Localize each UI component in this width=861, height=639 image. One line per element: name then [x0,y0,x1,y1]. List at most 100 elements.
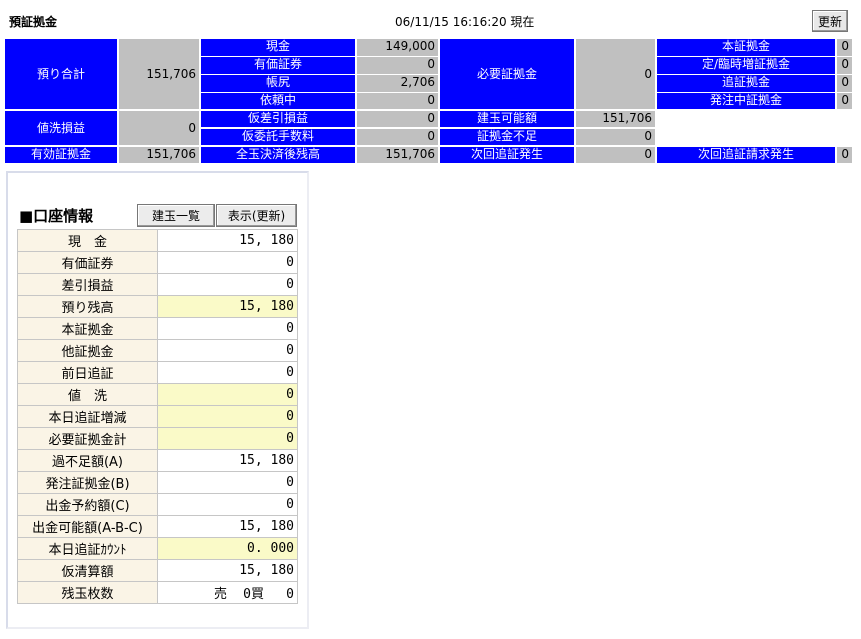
table-row: 仮清算額 15, 180 [17,559,298,582]
row-label: 本日追証増減 [17,405,158,428]
table-row: 残玉枚数 売 0買 0 [17,581,298,604]
karitesu-label: 仮委託手数料 [201,129,355,145]
row-label: 仮清算額 [17,559,158,582]
table-row: 現 金 15, 180 [17,229,298,252]
buy-label: 買 [250,587,264,602]
rinji-label: 定/臨時増証拠金 [657,57,835,74]
irai-label: 依頼中 [201,93,355,109]
row-label: 前日追証 [17,361,158,384]
row-value: 0 [157,361,298,384]
tategyoku-list-button[interactable]: 建玉一覧 [137,204,215,227]
table-row: 必要証拠金計 0 [17,427,298,450]
row-value: 15, 180 [157,229,298,252]
nearai-value: 0 [119,111,199,145]
row-value: 0 [157,339,298,362]
jikai-label: 次回追証発生 [440,147,574,163]
table-row: 他証拠金 0 [17,339,298,362]
azukari-label: 預り合計 [5,39,117,109]
zengyoku-label: 全玉決済後残高 [201,147,355,163]
table-row: 預り残高 15, 180 [17,295,298,318]
hatchu-value: 0 [837,93,852,109]
row-label: 他証拠金 [17,339,158,362]
fusoku-label: 証拠金不足 [440,129,574,145]
table-row: 本日追証ｶｳﾝﾄ 0. 000 [17,537,298,560]
hon-label: 本証拠金 [657,39,835,56]
table-row: 有価証券 0 [17,251,298,274]
zangyoku-value: 売 0買 0 [157,581,298,604]
row-value: 15, 180 [157,515,298,538]
hitsuyo-value: 0 [576,39,655,109]
chojiri-label: 帳尻 [201,75,355,92]
hatchu-label: 発注中証拠金 [657,93,835,109]
table-row: 出金可能額(A-B-C) 15, 180 [17,515,298,538]
row-label: 本証拠金 [17,317,158,340]
yuko-label: 有効証拠金 [5,147,117,163]
row-label: 過不足額(A) [17,449,158,472]
karisa-value: 0 [357,111,438,127]
row-label: 値 洗 [17,383,158,406]
zengyoku-value: 151,706 [357,147,438,163]
fusoku-value: 0 [576,129,655,145]
row-label: 有価証券 [17,251,158,274]
table-row: 差引損益 0 [17,273,298,296]
hon-value: 0 [837,39,852,56]
account-title: ■口座情報 [19,207,94,225]
page-title: 預証拠金 [9,15,58,29]
sell-label: 売 [213,587,227,602]
yuko-value: 151,706 [119,147,199,163]
row-value: 0 [157,427,298,450]
row-value: 0 [157,383,298,406]
irai-value: 0 [357,93,438,109]
buy-value: 0 [286,587,294,602]
oi-value: 0 [837,75,852,92]
table-row: 本証拠金 0 [17,317,298,340]
genkin-label: 現金 [201,39,355,56]
row-label: 差引損益 [17,273,158,296]
rinji-value: 0 [837,57,852,74]
row-label: 本日追証ｶｳﾝﾄ [17,537,158,560]
row-label: 必要証拠金計 [17,427,158,450]
row-value: 0 [157,273,298,296]
row-value: 0 [157,493,298,516]
refresh-button[interactable]: 更新 [812,10,848,32]
table-row: 前日追証 0 [17,361,298,384]
row-label: 出金可能額(A-B-C) [17,515,158,538]
row-label: 現 金 [17,229,158,252]
row-value: 0 [157,251,298,274]
table-row: 出金予約額(C) 0 [17,493,298,516]
display-refresh-button[interactable]: 表示(更新) [216,204,297,227]
oi-label: 追証拠金 [657,75,835,92]
yuka-label: 有価証券 [201,57,355,74]
row-value: 0. 000 [157,537,298,560]
table-row: 過不足額(A) 15, 180 [17,449,298,472]
table-row: 値 洗0 [17,383,298,406]
tategyoku-value: 151,706 [576,111,655,127]
tategyoku-label: 建玉可能額 [440,111,574,127]
timestamp: 06/11/15 16:16:20 現在 [395,15,535,29]
account-table: 現 金 15, 180 有価証券 0 差引損益 0 預り残高 15, 180 本証拠金 0… [17,229,298,604]
row-label: 預り残高 [17,295,158,318]
karitesu-value: 0 [357,129,438,145]
nearai-label: 値洗損益 [5,111,117,145]
jikai-value: 0 [576,147,655,163]
chojiri-value: 2,706 [357,75,438,92]
genkin-value: 149,000 [357,39,438,56]
azukari-value: 151,706 [119,39,199,109]
row-value: 0 [157,317,298,340]
row-label: 発注証拠金(B) [17,471,158,494]
table-row: 本日追証増減 0 [17,405,298,428]
row-value: 15, 180 [157,295,298,318]
row-value: 15, 180 [157,559,298,582]
row-label: 残玉枚数 [17,581,158,604]
row-value: 15, 180 [157,449,298,472]
sell-value: 0 [243,587,251,602]
table-row: 発注証拠金(B) 0 [17,471,298,494]
hitsuyo-label: 必要証拠金 [440,39,574,109]
karisa-label: 仮差引損益 [201,111,355,127]
row-value: 0 [157,405,298,428]
yuka-value: 0 [357,57,438,74]
row-value: 0 [157,471,298,494]
jikai-seikyu-label: 次回追証請求発生 [657,147,835,163]
jikai-seikyu-value: 0 [837,147,852,163]
row-label: 出金予約額(C) [17,493,158,516]
